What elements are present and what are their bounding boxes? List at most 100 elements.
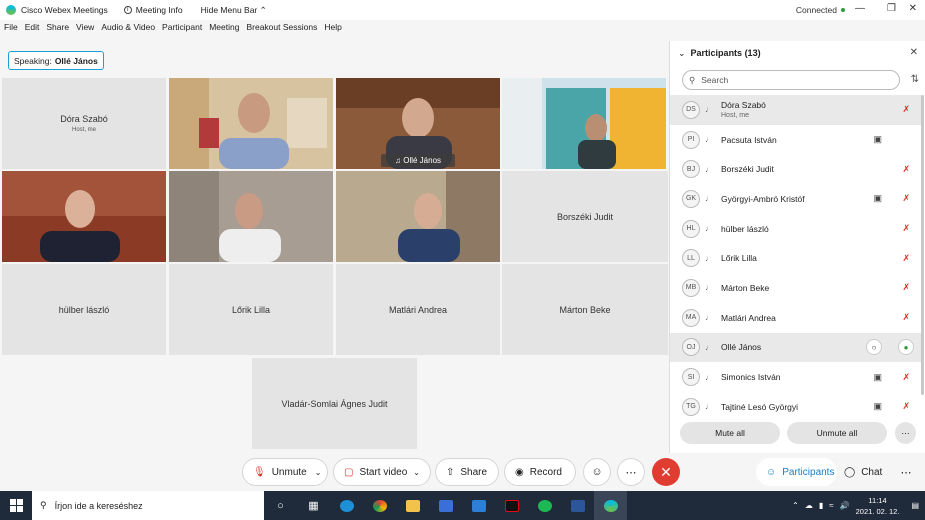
battery-icon[interactable]: ▮ <box>819 501 823 510</box>
camera-icon: ▣ <box>873 193 882 204</box>
chevron-up-icon[interactable]: ⌃ <box>792 501 799 510</box>
video-tile[interactable]: Matlári Andrea <box>336 264 500 355</box>
video-tile[interactable]: Dóra Szabó Host, me <box>2 78 166 169</box>
video-tile-active-speaker[interactable]: ♫ Ollé János <box>336 78 500 169</box>
chevron-down-icon[interactable]: ⌄ <box>678 48 686 59</box>
record-button[interactable]: ◉ Record <box>504 458 576 486</box>
cortana-icon[interactable]: ○ <box>264 491 297 520</box>
audio-connection-icon: ♩ <box>705 342 713 352</box>
participant-row[interactable]: GK ♩ Györgyi-Ambró Kristóf ▣ ✗ <box>670 184 922 214</box>
participant-row[interactable]: BJ ♩ Borszéki Judit ✗ <box>670 154 922 184</box>
store-icon[interactable] <box>429 491 462 520</box>
word-icon[interactable] <box>561 491 594 520</box>
chevron-down-icon[interactable]: ⌄ <box>413 468 420 477</box>
video-tile[interactable]: Márton Beke <box>502 264 668 355</box>
participant-row[interactable]: SI ♩ Simonics István ▣ ✗ <box>670 362 922 392</box>
audio-connection-icon: ♩ <box>705 313 713 323</box>
mute-all-button[interactable]: Mute all <box>680 422 780 444</box>
participant-row[interactable]: HL ♩ hülber lászló ✗ <box>670 214 922 244</box>
close-panel-icon[interactable]: ✕ <box>910 47 918 58</box>
tile-name: Matlári Andrea <box>388 304 448 315</box>
wifi-icon[interactable]: ≈ <box>829 501 833 510</box>
muted-mic-icon[interactable]: ✗ <box>902 104 910 115</box>
panel-more-button[interactable]: ⋯ <box>892 458 920 486</box>
netflix-icon[interactable] <box>495 491 528 520</box>
muted-mic-icon[interactable]: ✗ <box>902 223 910 234</box>
video-tile-camera[interactable] <box>169 78 333 169</box>
share-button[interactable]: ⇧ Share <box>435 458 499 486</box>
muted-mic-icon[interactable]: ✗ <box>902 401 910 412</box>
participant-row[interactable]: DS ♩ Dóra Szabó Host, me ✗ <box>670 95 922 125</box>
muted-mic-icon[interactable]: ✗ <box>902 164 910 175</box>
muted-mic-icon[interactable]: ✗ <box>902 282 910 293</box>
menu-help[interactable]: Help <box>324 22 341 38</box>
reactions-button[interactable]: ☺ <box>583 458 611 486</box>
participants-button[interactable]: ☺ Participants <box>756 458 837 486</box>
participant-row[interactable]: OJ ♩ Ollé János ○ ● <box>670 332 922 363</box>
hide-menu-bar-button[interactable]: Hide Menu Bar ⌃ <box>201 5 267 16</box>
close-window-icon[interactable]: ✕ <box>909 3 917 14</box>
spotify-icon[interactable] <box>528 491 561 520</box>
clock[interactable]: 11:14 2021. 02. 12. <box>856 495 900 517</box>
participant-row[interactable]: LL ♩ Lőrik Lilla ✗ <box>670 243 922 273</box>
participant-row[interactable]: TG ♩ Tajtiné Lesó Györgyi ▣ ✗ <box>670 392 922 422</box>
speaker-icon[interactable]: 🔊 <box>840 501 850 510</box>
video-tile[interactable]: Vladár-Somlai Ágnes Judit <box>252 358 417 449</box>
menu-view[interactable]: View <box>76 22 94 38</box>
video-tile-camera[interactable] <box>2 171 166 262</box>
notifications-icon[interactable]: ▤ <box>911 501 919 510</box>
start-button[interactable] <box>0 491 32 520</box>
file-explorer-icon[interactable] <box>396 491 429 520</box>
avatar: TG <box>682 397 700 416</box>
menu-breakout-sessions[interactable]: Breakout Sessions <box>246 22 317 38</box>
video-tile-camera[interactable] <box>502 78 666 169</box>
muted-mic-icon[interactable]: ✗ <box>902 253 910 264</box>
task-view-icon[interactable]: ▦ <box>297 491 330 520</box>
participant-video <box>502 78 666 169</box>
cloud-icon[interactable]: ☁ <box>805 501 813 510</box>
menu-participant[interactable]: Participant <box>162 22 202 38</box>
video-tile[interactable]: hülber lászló <box>2 264 166 355</box>
more-icon: ⋯ <box>625 466 637 479</box>
chrome-icon[interactable] <box>363 491 396 520</box>
menu-meeting[interactable]: Meeting <box>209 22 239 38</box>
end-meeting-button[interactable]: ✕ <box>652 458 680 486</box>
share-label: Share <box>460 466 488 478</box>
unmute-all-button[interactable]: Unmute all <box>787 422 887 444</box>
chevron-down-icon[interactable]: ⌄ <box>315 468 322 477</box>
edge-icon[interactable] <box>330 491 363 520</box>
participant-row[interactable]: MA ♩ Matlári Andrea ✗ <box>670 303 922 333</box>
video-tile[interactable]: Lőrik Lilla <box>169 264 333 355</box>
menu-audio-video[interactable]: Audio & Video <box>101 22 155 38</box>
active-mic-icon[interactable]: ● <box>898 339 914 356</box>
unmute-button[interactable]: 🎙 Unmute ⌄ <box>242 458 328 486</box>
start-video-button[interactable]: ▢ Start video ⌄ <box>333 458 431 486</box>
chat-button[interactable]: ◯ Chat <box>840 458 890 486</box>
panel-footer-more-button[interactable]: ⋯ <box>895 422 916 444</box>
sort-icon[interactable]: ⇅ <box>911 74 919 85</box>
meeting-info-button[interactable]: i Meeting Info <box>123 5 183 15</box>
participant-row[interactable]: PI ♩ Pacsuta István ▣ <box>670 125 922 155</box>
mail-icon[interactable] <box>462 491 495 520</box>
menu-file[interactable]: File <box>4 22 18 38</box>
muted-mic-icon[interactable]: ✗ <box>902 312 910 323</box>
participant-name: Pacsuta István <box>721 134 777 145</box>
muted-mic-icon[interactable]: ✗ <box>902 372 910 383</box>
scrollbar[interactable] <box>921 95 924 395</box>
participant-name: Györgyi-Ambró Kristóf <box>721 193 805 204</box>
chat-icon[interactable]: ○ <box>866 339 882 356</box>
video-tile[interactable]: Borszéki Judit <box>502 171 668 262</box>
participant-name-block: Simonics István <box>721 372 781 382</box>
minimize-icon[interactable]: — <box>855 3 865 14</box>
restore-icon[interactable]: ❐ <box>887 3 896 14</box>
participant-row[interactable]: MB ♩ Márton Beke ✗ <box>670 273 922 303</box>
webex-taskbar-icon[interactable] <box>594 491 627 520</box>
menu-edit[interactable]: Edit <box>25 22 40 38</box>
muted-mic-icon[interactable]: ✗ <box>902 193 910 204</box>
taskbar-search-input[interactable]: ⚲ Írjon ide a kereséshez <box>32 491 264 520</box>
more-options-button[interactable]: ⋯ <box>617 458 645 486</box>
menu-share[interactable]: Share <box>46 22 69 38</box>
participant-search-input[interactable]: ⚲ Search <box>682 70 900 90</box>
video-tile-camera[interactable] <box>169 171 333 262</box>
video-tile-camera[interactable] <box>336 171 500 262</box>
